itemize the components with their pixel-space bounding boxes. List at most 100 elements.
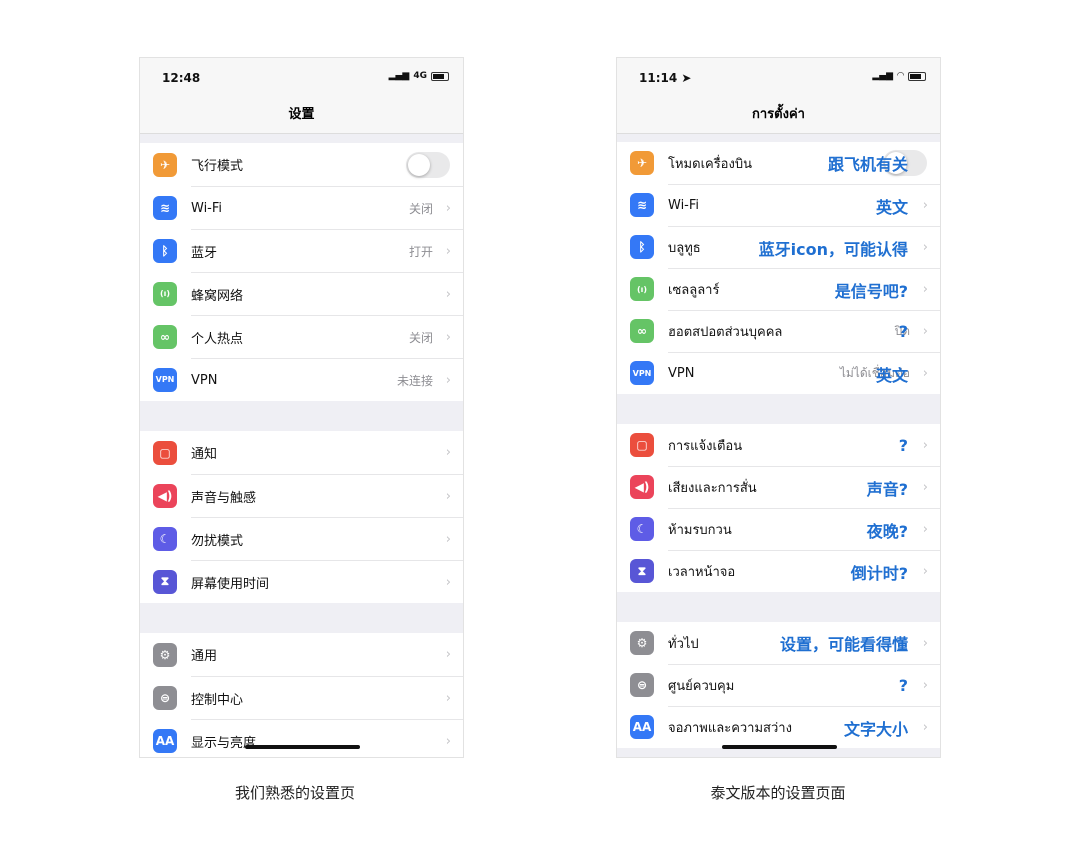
annotation: ?	[898, 435, 908, 455]
toggle-switch[interactable]	[406, 151, 450, 178]
notifications-icon: ▢	[153, 440, 177, 465]
row-label: โหมดเครื่องบิน	[668, 156, 752, 172]
chevron-right-icon: ›	[445, 690, 451, 706]
row-label: 蓝牙	[191, 245, 218, 261]
network-type: 4G	[413, 71, 427, 81]
settings-row[interactable]: ∞ 个人热点 关闭 ›	[140, 315, 463, 358]
settings-row[interactable]: ☾ 勿扰模式 ›	[140, 517, 463, 560]
row-content: การแจ้งเตือน ›?	[668, 424, 940, 466]
status-time: 11:14 ➤	[639, 71, 692, 85]
row-content: 通知 ›	[191, 431, 463, 474]
row-label: เซลลูลาร์	[668, 283, 720, 298]
row-content: ห้ามรบกวน › 夜晚?	[668, 508, 940, 550]
sound-icon: ◀)	[153, 483, 177, 508]
chevron-right-icon: ›	[922, 522, 928, 537]
row-value: 关闭	[408, 330, 433, 345]
settings-row[interactable]: ∞ ฮอตสปอตส่วนบุคคล ปิด ›?	[617, 310, 940, 352]
settings-row[interactable]: (ı) 蜂窝网络 ›	[140, 272, 463, 315]
home-indicator[interactable]	[245, 745, 360, 749]
settings-row[interactable]: ᛒ 蓝牙 打开 ›	[140, 229, 463, 272]
notifications-icon: ▢	[630, 433, 654, 457]
sound-icon: ◀)	[630, 475, 654, 499]
row-label: ทั่วไป	[668, 636, 699, 652]
settings-row[interactable]: ⊜ 控制中心 ›	[140, 676, 463, 719]
settings-row[interactable]: ⊜ ศูนย์ควบคุม ›?	[617, 664, 940, 706]
settings-row[interactable]: (ı) เซลลูลาร์ › 是信号吧?	[617, 268, 940, 310]
annotation: 英文	[875, 365, 908, 385]
settings-row[interactable]: ⚙ 通用 ›	[140, 633, 463, 676]
settings-row[interactable]: VPN VPN 未连接 ›	[140, 358, 463, 401]
chevron-right-icon: ›	[445, 243, 451, 259]
settings-row[interactable]: VPN VPN ไม่ได้เชื่อมต่อ › 英文	[617, 352, 940, 394]
bluetooth-icon: ᛒ	[630, 235, 654, 259]
chevron-right-icon: ›	[445, 329, 451, 345]
row-content: 蓝牙 打开 ›	[191, 229, 463, 272]
chevron-right-icon: ›	[922, 720, 928, 735]
row-label: บลูทูธ	[668, 241, 701, 256]
settings-row[interactable]: ᛒ บลูทูธ › 蓝牙icon，可能认得	[617, 226, 940, 268]
settings-row[interactable]: ◀) 声音与触感 ›	[140, 474, 463, 517]
annotation: 文字大小	[843, 719, 908, 739]
settings-screen-thai: 11:14 ➤ ▂▄▆ ◠ การตั้งค่า ✈ โหมดเครื่องบิน 跟飞机有…	[616, 57, 941, 758]
row-value: 打开	[408, 244, 433, 259]
row-label: 个人热点	[191, 331, 244, 347]
settings-row[interactable]: ✈ 飞行模式	[140, 143, 463, 186]
annotation: 蓝牙icon，可能认得	[758, 239, 908, 259]
control-center-icon: ⊜	[630, 673, 654, 697]
annotation: 设置，可能看得懂	[779, 635, 908, 654]
settings-row[interactable]: ✈ โหมดเครื่องบิน 跟飞机有关	[617, 142, 940, 184]
settings-row[interactable]: ⚙ ทั่วไป › 设置，可能看得懂	[617, 622, 940, 664]
row-content: 声音与触感 ›	[191, 474, 463, 517]
settings-row[interactable]: ▢ การแจ้งเตือน ›?	[617, 424, 940, 466]
signal-icon: ▂▄▆	[872, 71, 894, 81]
moon-icon: ☾	[630, 517, 654, 541]
home-indicator[interactable]	[722, 745, 837, 749]
chevron-right-icon: ›	[922, 282, 928, 297]
row-content: ศูนย์ควบคุม ›?	[668, 664, 940, 706]
settings-row[interactable]: ⧗ เวลาหน้าจอ › 倒计时?	[617, 550, 940, 592]
annotation: 夜晚?	[866, 521, 908, 541]
status-time: 12:48	[162, 71, 201, 85]
settings-row[interactable]: AA 显示与亮度 ›	[140, 719, 463, 757]
row-label: VPN	[191, 372, 218, 388]
chevron-right-icon: ›	[445, 445, 451, 460]
display-icon: AA	[630, 715, 654, 739]
chevron-right-icon: ›	[445, 733, 451, 749]
chevron-right-icon: ›	[922, 324, 928, 339]
row-label: VPN	[668, 366, 695, 381]
row-label: ฮอตสปอตส่วนบุคคล	[668, 325, 783, 340]
annotation: 跟飞机有关	[827, 155, 908, 174]
settings-row[interactable]: ≋ Wi-Fi 关闭 ›	[140, 186, 463, 229]
row-content: 显示与亮度 ›	[191, 719, 463, 757]
settings-row[interactable]: ▢ 通知 ›	[140, 431, 463, 474]
row-content: 屏幕使用时间 ›	[191, 560, 463, 603]
caption-right: 泰文版本的设置页面	[710, 784, 846, 802]
caption-left: 我们熟悉的设置页	[234, 784, 356, 802]
row-content: 蜂窝网络 ›	[191, 272, 463, 315]
wifi-icon: ≋	[153, 195, 177, 220]
settings-row[interactable]: ☾ ห้ามรบกวน › 夜晚?	[617, 508, 940, 550]
settings-group: ▢ 通知 › ◀) 声音与触感 › ☾ 勿扰模式 › ⧗ 屏幕使用时间 ›	[140, 431, 463, 603]
battery-icon	[908, 71, 926, 81]
airplane-icon: ✈	[153, 152, 177, 177]
settings-row[interactable]: AA จอภาพและความสว่าง › 文字大小	[617, 706, 940, 748]
row-label: 声音与触感	[191, 490, 257, 506]
row-content: 个人热点 关闭 ›	[191, 315, 463, 358]
page-title: 设置	[140, 103, 463, 134]
row-content: VPN 未连接 ›	[191, 358, 463, 401]
vpn-icon: VPN	[153, 367, 177, 392]
row-content: เสียงและการสั่น › 声音?	[668, 466, 940, 508]
annotation: 倒计时?	[850, 563, 908, 583]
settings-row[interactable]: ≋ Wi-Fi › 英文	[617, 184, 940, 226]
battery-icon	[431, 71, 449, 81]
settings-row[interactable]: ⧗ 屏幕使用时间 ›	[140, 560, 463, 603]
settings-screen-chinese: 12:48 ▂▄▆ 4G 设置 ✈ 飞行模式 ≋ Wi-Fi 关闭 › ᛒ 蓝牙 打开 › (ı) 蜂窝网络 ›…	[139, 57, 464, 758]
chevron-right-icon: ›	[922, 198, 928, 213]
settings-group: ⚙ ทั่วไป › 设置，可能看得懂 ⊜ ศูนย์ควบคุม ›? AA จอภาพและ…	[617, 622, 940, 748]
row-label: 蜂窝网络	[191, 288, 244, 304]
settings-row[interactable]: ◀) เสียงและการสั่น › 声音?	[617, 466, 940, 508]
settings-group: ⚙ 通用 › ⊜ 控制中心 › AA 显示与亮度 ›	[140, 633, 463, 757]
row-content: ฮอตสปอตส่วนบุคคล ปิด ›?	[668, 310, 940, 352]
signal-icon: ▂▄▆	[388, 71, 410, 81]
row-label: 勿扰模式	[191, 533, 244, 549]
